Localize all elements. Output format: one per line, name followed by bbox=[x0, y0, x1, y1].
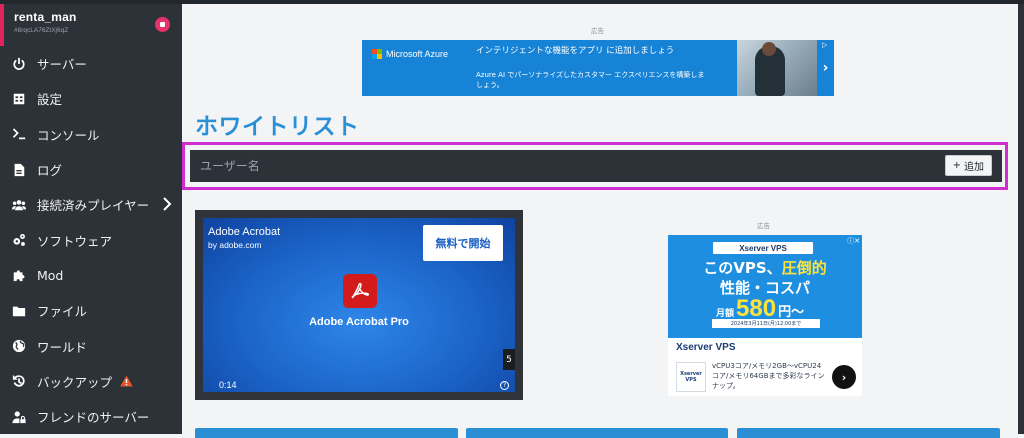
ad-label: 広告 bbox=[591, 27, 604, 35]
terminal-icon bbox=[11, 126, 27, 142]
azure-ad-photo bbox=[737, 40, 817, 96]
add-button[interactable]: + 追加 bbox=[944, 155, 992, 176]
puzzle-icon bbox=[11, 267, 27, 283]
cogs-icon bbox=[11, 232, 27, 248]
server-name: renta_man bbox=[14, 10, 77, 24]
azure-ad-banner[interactable]: Microsoft Azure インテリジェントな機能をアプリ に追加しましょう… bbox=[362, 40, 834, 96]
xserver-headline-b: 圧倒的 bbox=[781, 259, 827, 277]
sidebar-item-server[interactable]: サーバー bbox=[0, 46, 182, 81]
acrobat-by: by adobe.com bbox=[208, 240, 262, 250]
bottom-action-button[interactable] bbox=[195, 428, 458, 438]
sidebar-item-label: バックアップ bbox=[37, 374, 113, 390]
info-icon[interactable]: ? bbox=[500, 381, 509, 390]
sidebar-item-friend-servers[interactable]: フレンドのサーバー bbox=[0, 399, 182, 434]
sidebar-item-label: サーバー bbox=[37, 57, 87, 73]
server-id: #8rqcLA76ZtXj6qZ bbox=[14, 27, 69, 34]
ad-label: 広告 bbox=[757, 222, 770, 230]
username-input[interactable] bbox=[196, 154, 936, 178]
page-title: ホワイトリスト bbox=[195, 114, 360, 140]
user-lock-icon bbox=[11, 409, 27, 425]
xserver-pill: Xserver VPS bbox=[713, 242, 813, 254]
xserver-logo: Xserver VPS bbox=[676, 362, 706, 392]
sidebar: renta_man #8rqcLA76ZtXj6qZ サーバー 設定 コンソール… bbox=[0, 4, 182, 434]
sidebar-item-label: フレンドのサーバー bbox=[37, 410, 150, 426]
acrobat-video-ad[interactable]: Adobe Acrobat by adobe.com 無料で開始 Adobe A… bbox=[195, 210, 523, 400]
xserver-desc: vCPU3コア/メモリ2GB〜vCPU24コア/メモリ64GBまで多彩なラインナ… bbox=[712, 362, 825, 390]
xserver-title: Xserver VPS bbox=[676, 342, 736, 353]
globe-icon bbox=[11, 338, 27, 354]
sidebar-item-files[interactable]: ファイル bbox=[0, 293, 182, 328]
acrobat-logo-icon bbox=[343, 274, 377, 308]
video-time: 0:14 bbox=[219, 380, 237, 390]
azure-brand: Microsoft Azure bbox=[386, 49, 449, 59]
person-head bbox=[762, 42, 776, 56]
whitelist-add-bar: + 追加 bbox=[190, 150, 1002, 182]
azure-headline: インテリジェントな機能をアプリ に追加しましょう bbox=[476, 46, 675, 56]
xserver-ad-banner[interactable]: Xserver VPS このVPS、圧倒的 性能・コスパ 月額 580 円〜 2… bbox=[668, 235, 862, 396]
main-content: 広告 Microsoft Azure インテリジェントな機能をアプリ に追加しま… bbox=[182, 4, 1024, 438]
history-icon bbox=[11, 373, 27, 389]
xserver-ad-hero: Xserver VPS このVPS、圧倒的 性能・コスパ 月額 580 円〜 2… bbox=[668, 235, 862, 338]
xserver-period: 2024年3月11日(月)12:00まで bbox=[712, 319, 820, 328]
acrobat-cta-button[interactable]: 無料で開始 bbox=[423, 225, 503, 261]
settings-panel-icon bbox=[11, 91, 27, 107]
sidebar-item-settings[interactable]: 設定 bbox=[0, 81, 182, 116]
add-button-label: 追加 bbox=[964, 162, 984, 173]
adchoices-icon[interactable]: ▷ bbox=[822, 41, 832, 50]
log-file-icon bbox=[11, 162, 27, 178]
sidebar-item-label: Mod bbox=[37, 267, 64, 283]
logo-bottom: VPS bbox=[685, 377, 697, 383]
sidebar-item-log[interactable]: ログ bbox=[0, 152, 182, 187]
xserver-ad-footer: Xserver VPS Xserver VPS vCPU3コア/メモリ2GB〜v… bbox=[668, 338, 862, 396]
sidebar-item-mod[interactable]: Mod bbox=[0, 258, 182, 293]
bottom-action-button[interactable] bbox=[737, 428, 1000, 438]
sidebar-item-label: 接続済みプレイヤー bbox=[37, 198, 150, 214]
price-prefix: 月額 bbox=[716, 309, 735, 319]
azure-body: Azure AI でパーソナライズしたカスタマー エクスペリエンスを構築しましょ… bbox=[476, 71, 705, 89]
sidebar-item-players[interactable]: 接続済みプレイヤー bbox=[0, 187, 182, 222]
chevron-right-icon bbox=[162, 197, 172, 211]
ad-go-button[interactable]: › bbox=[832, 365, 856, 389]
xserver-headline-a: このVPS、 bbox=[703, 259, 782, 277]
microsoft-logo: Microsoft Azure bbox=[372, 49, 448, 59]
sidebar-item-label: コンソール bbox=[37, 127, 100, 143]
sidebar-item-label: ファイル bbox=[37, 304, 88, 320]
users-icon bbox=[11, 197, 27, 213]
stop-server-button[interactable] bbox=[155, 17, 170, 32]
folder-icon bbox=[11, 303, 27, 319]
sidebar-item-label: ワールド bbox=[37, 339, 88, 355]
acrobat-video[interactable]: Adobe Acrobat by adobe.com 無料で開始 Adobe A… bbox=[203, 218, 515, 392]
sidebar-item-label: 設定 bbox=[37, 92, 63, 108]
sidebar-item-label: ログ bbox=[37, 163, 63, 179]
skip-countdown[interactable]: 5 bbox=[503, 349, 515, 370]
scrollbar[interactable] bbox=[1018, 4, 1024, 434]
server-header: renta_man #8rqcLA76ZtXj6qZ bbox=[0, 4, 182, 46]
xserver-headline: このVPS、圧倒的 bbox=[668, 257, 862, 278]
plus-icon: + bbox=[952, 160, 961, 171]
price-suffix: 円〜 bbox=[778, 305, 805, 320]
sidebar-item-world[interactable]: ワールド bbox=[0, 328, 182, 363]
microsoft-squares-icon bbox=[372, 49, 382, 59]
sidebar-item-backup[interactable]: バックアップ bbox=[0, 364, 182, 399]
sidebar-item-label: ソフトウェア bbox=[37, 233, 113, 249]
acrobat-product: Adobe Acrobat Pro bbox=[309, 316, 409, 328]
sidebar-item-software[interactable]: ソフトウェア bbox=[0, 222, 182, 257]
warning-icon bbox=[120, 375, 133, 387]
adchoices-icon[interactable]: ⓘ✕ bbox=[847, 236, 860, 246]
sidebar-item-console[interactable]: コンソール bbox=[0, 117, 182, 152]
acrobat-brand: Adobe Acrobat bbox=[208, 226, 281, 238]
power-icon bbox=[11, 56, 27, 72]
bottom-action-button[interactable] bbox=[466, 428, 728, 438]
